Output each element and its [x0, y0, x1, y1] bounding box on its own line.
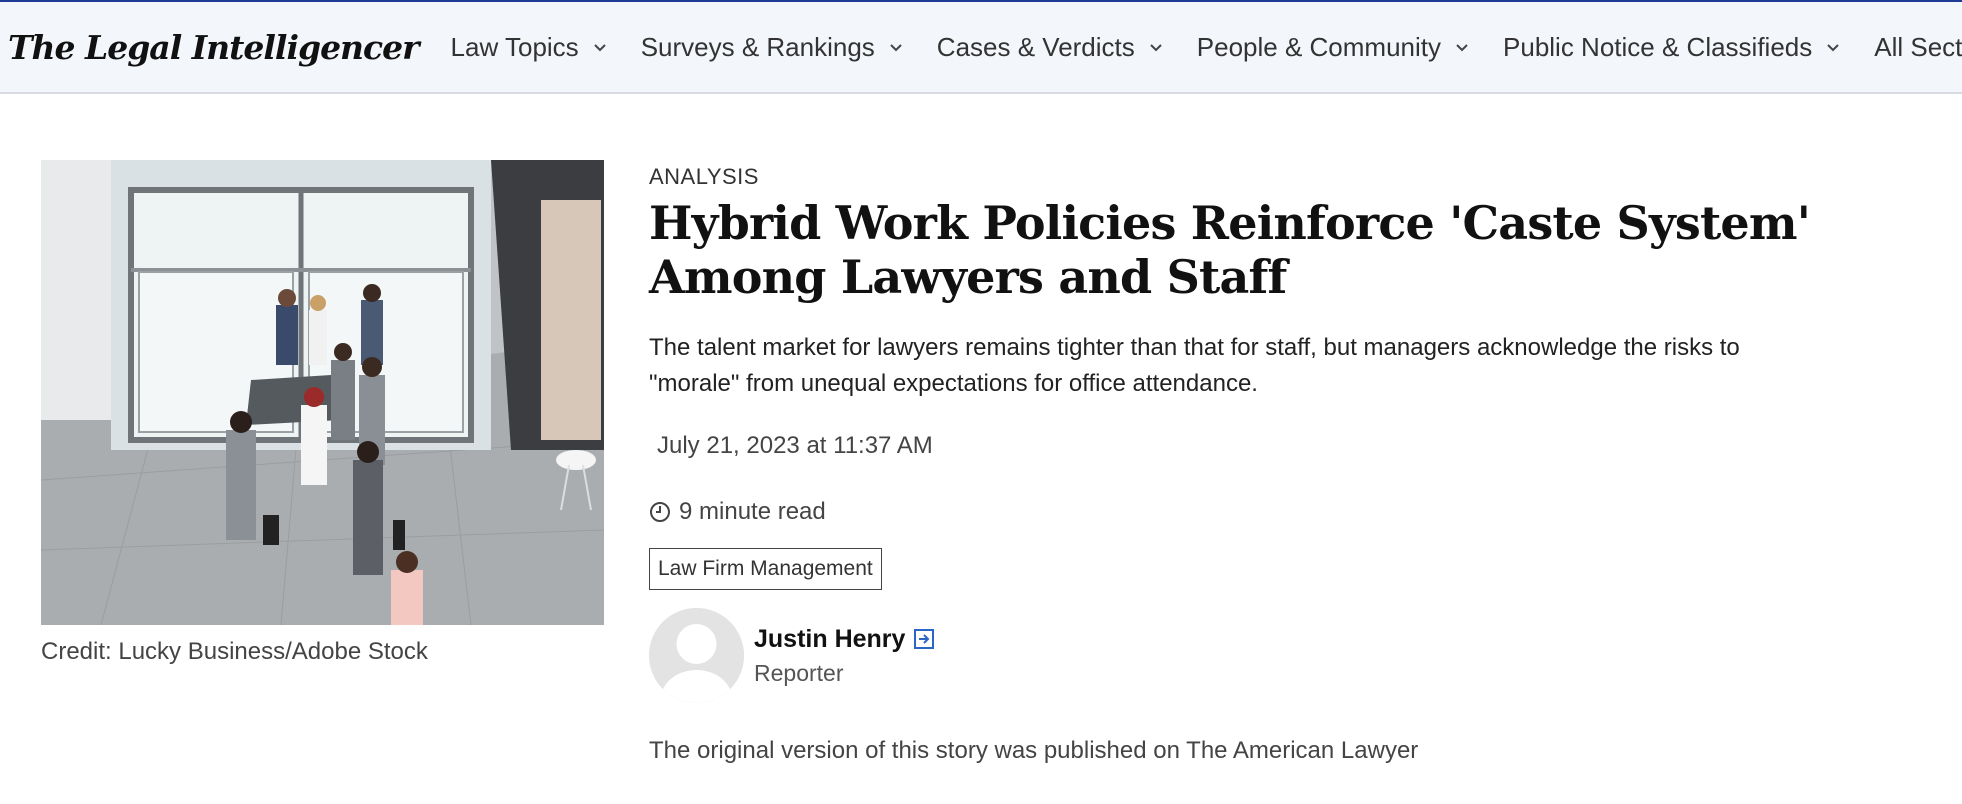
read-time: 9 minute read: [649, 498, 1829, 526]
image-credit: Credit: Lucky Business/Adobe Stock: [41, 638, 428, 665]
clock-icon: [649, 501, 671, 523]
article-summary: The talent market for lawyers remains ti…: [649, 334, 1740, 397]
chevron-down-icon: [1453, 38, 1471, 56]
author-name[interactable]: Justin Henry: [754, 625, 905, 654]
chevron-down-icon: [1824, 38, 1842, 56]
chevron-down-icon: [1147, 38, 1165, 56]
chevron-down-icon: [591, 38, 609, 56]
author-block: Justin Henry Reporter: [649, 608, 1829, 703]
nav-item-law-topics[interactable]: Law Topics: [451, 32, 609, 63]
nav-item-label: Surveys & Rankings: [640, 31, 875, 62]
origin-note: The original version of this story was p…: [649, 737, 1419, 764]
publish-date: July 21, 2023 at 11:37 AM: [657, 432, 933, 459]
article-kicker[interactable]: ANALYSIS: [649, 164, 1829, 190]
nav-item-all-sections[interactable]: All Sections: [1874, 32, 1962, 63]
site-header: The Legal Intelligencer Law Topics Surve…: [0, 2, 1962, 94]
author-avatar[interactable]: [649, 608, 744, 703]
author-name-row: Justin Henry: [754, 625, 935, 654]
nav-item-label: All Sections: [1874, 31, 1962, 62]
nav-item-cases-verdicts[interactable]: Cases & Verdicts: [937, 32, 1165, 63]
arrow-right-box-icon[interactable]: [913, 628, 935, 650]
article-header: ANALYSIS Hybrid Work Policies Reinforce …: [649, 164, 1829, 765]
read-time-label: 9 minute read: [679, 498, 826, 525]
article-headline: Hybrid Work Policies Reinforce 'Caste Sy…: [649, 196, 1811, 304]
nav-item-public-notice[interactable]: Public Notice & Classifieds: [1503, 32, 1842, 63]
nav-item-people-community[interactable]: People & Community: [1197, 32, 1471, 63]
nav-item-label: Cases & Verdicts: [936, 31, 1135, 62]
nav-item-surveys-rankings[interactable]: Surveys & Rankings: [641, 32, 905, 63]
nav-item-label: Public Notice & Classifieds: [1503, 31, 1813, 62]
nav-item-label: Law Topics: [450, 31, 579, 62]
site-logo[interactable]: The Legal Intelligencer: [8, 28, 420, 67]
author-meta: Justin Henry Reporter: [754, 625, 935, 687]
nav-item-label: People & Community: [1196, 31, 1442, 62]
main-nav: Law Topics Surveys & Rankings Cases & Ve…: [451, 32, 1962, 63]
topic-tag[interactable]: Law Firm Management: [649, 548, 882, 590]
article-page: Credit: Lucky Business/Adobe Stock ANALY…: [0, 94, 1962, 804]
chevron-down-icon: [887, 38, 905, 56]
hero-image: [41, 160, 604, 625]
author-role: Reporter: [754, 659, 844, 686]
